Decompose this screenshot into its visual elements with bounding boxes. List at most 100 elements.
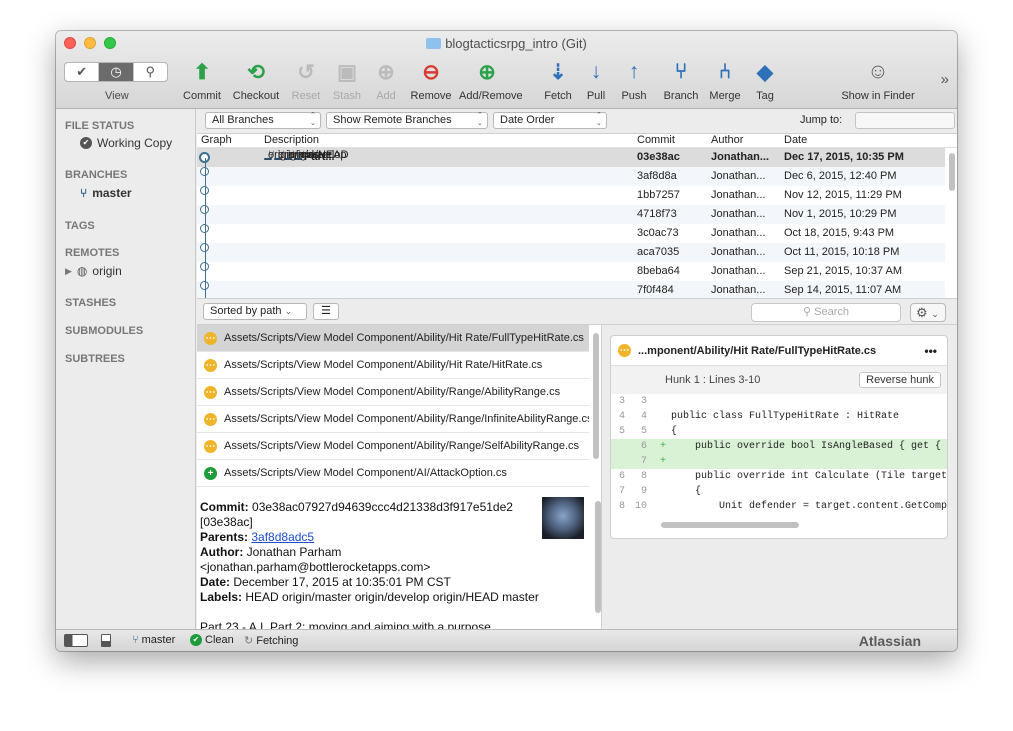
column-graph[interactable]: Graph	[201, 134, 232, 146]
file-path: Assets/Scripts/View Model Component/Abil…	[224, 413, 589, 425]
toolbar-overflow-icon[interactable]: »	[941, 71, 949, 88]
search-icon: ⚲	[803, 306, 812, 318]
search-input[interactable]: ⚲ Search	[751, 303, 901, 322]
check-circle-icon: ✔	[190, 634, 202, 646]
diff-line: 4 4 public class FullTypeHitRate : HitRate	[611, 409, 947, 424]
commit-date: December 17, 2015 at 10:35:01 PM CST	[233, 575, 451, 589]
commit-row[interactable]: Part 20 - Unit Factory4718f73Jonathan...…	[197, 205, 945, 224]
commit-row[interactable]: Part 18 - Ability Effectsaca7035Jonathan…	[197, 243, 945, 262]
file-path: Assets/Scripts/View Model Component/Abil…	[224, 332, 584, 344]
modified-icon: ⋯	[204, 385, 217, 399]
commit-date: Nov 12, 2015, 11:29 PM	[784, 189, 902, 201]
branches-dropdown[interactable]: All Branches	[205, 112, 321, 129]
new-line-number: 8	[640, 471, 647, 482]
commit-author: Jonathan...	[711, 284, 766, 296]
new-line-number: 9	[640, 486, 647, 497]
folder-icon	[426, 38, 442, 49]
file-row[interactable]: ⋯ Assets/Scripts/View Model Component/Abi…	[197, 379, 589, 406]
sidebar-item-working-copy[interactable]: ✔ Working Copy	[80, 136, 172, 150]
commit-row[interactable]: Part 22 - A.I. Part 1: Pick abilities fr…	[197, 167, 945, 186]
sidebar-heading-submodules[interactable]: SUBMODULES	[65, 325, 143, 337]
more-icon[interactable]: •••	[924, 336, 937, 366]
sidebar-heading-subtrees[interactable]: SUBTREES	[65, 353, 125, 365]
old-line-number: 6	[618, 471, 625, 482]
column-description[interactable]: Description	[264, 134, 319, 146]
file-row[interactable]: ⋯ Assets/Scripts/View Model Component/Abi…	[197, 433, 589, 460]
old-line-number: 4	[618, 411, 625, 422]
diff-line: 8 10 Unit defender = target.content.GetCo…	[611, 499, 947, 514]
column-commit[interactable]: Commit	[637, 134, 675, 146]
globe-icon: ◍	[76, 264, 88, 278]
commit-row[interactable]: Part 17 - Hit Rate8beba64Jonathan...Sep …	[197, 262, 945, 281]
add-remove-button[interactable]: ⊕ Add/Remove	[459, 57, 523, 103]
avatar	[542, 497, 584, 539]
commit-row[interactable]: Part 16 - Status Effects7f0f484Jonathan.…	[197, 281, 945, 298]
diff-line: 7 +	[611, 454, 947, 469]
checkout-button[interactable]: ⟲ Checkout	[228, 57, 284, 103]
added-icon: +	[204, 466, 217, 480]
new-line-number: 7	[640, 456, 647, 467]
sidebar-heading-tags[interactable]: TAGS	[65, 220, 95, 232]
remote-branches-dropdown[interactable]: Show Remote Branches	[326, 112, 488, 129]
diff-file-name: ...mponent/Ability/Hit Rate/FullTypeHitR…	[638, 344, 877, 357]
commit-hash: 3af8d8a	[637, 170, 677, 182]
diff-code: 3 3 4 4 public class FullTypeHitRate : HitRa…	[611, 394, 947, 514]
file-toolbar: Sorted by path ⌄ ☰ ⚲ Search ⚙ ⌄	[197, 298, 957, 325]
disclosure-triangle-icon[interactable]: ▶	[65, 266, 72, 277]
view-segmented-control[interactable]: ✔ ◷ ⚲	[64, 62, 168, 82]
file-row[interactable]: ⋯ Assets/Scripts/View Model Component/Abi…	[197, 406, 589, 433]
remove-button[interactable]: ⊖ Remove	[403, 57, 459, 103]
commit-list-scrollbar[interactable]	[949, 153, 955, 191]
column-date[interactable]: Date	[784, 134, 807, 146]
commit-button[interactable]: ⬆ Commit	[174, 57, 230, 103]
commit-row[interactable]: Part 21 - Victory Conditions1bb7257Jonat…	[197, 186, 945, 205]
panel-toggle-icon[interactable]	[101, 634, 111, 647]
parent-commit-link[interactable]: 3af8d8adc5	[251, 530, 314, 544]
status-fetching: ↻ Fetching	[244, 634, 299, 648]
code-text: {	[671, 486, 702, 497]
jump-to-dropdown[interactable]	[855, 112, 955, 129]
diff-sign: +	[660, 441, 667, 452]
finder-icon: ☺	[867, 60, 889, 83]
tag-icon: ◆	[756, 60, 774, 84]
file-row[interactable]: ⋯ Assets/Scripts/View Model Component/Abi…	[197, 352, 589, 379]
order-dropdown[interactable]: Date Order	[493, 112, 607, 129]
reverse-hunk-button[interactable]: Reverse hunk	[859, 372, 941, 388]
commit-author: Jonathan...	[711, 246, 766, 258]
clock-icon[interactable]: ◷	[99, 63, 134, 81]
file-list: ⋯ Assets/Scripts/View Model Component/Abi…	[197, 325, 601, 489]
file-row[interactable]: ⋯ Assets/Scripts/View Model Component/Abi…	[197, 325, 589, 352]
old-line-number: 8	[618, 501, 625, 512]
view-label: View	[105, 90, 129, 102]
tag-button[interactable]: ◆ Tag	[737, 57, 793, 103]
commit-row[interactable]: Part 19 - Magic3c0ac73Jonathan...Oct 18,…	[197, 224, 945, 243]
filter-bar: All Branches Show Remote Branches Date O…	[197, 109, 957, 134]
commit-date: Sep 21, 2015, 10:37 AM	[784, 265, 903, 277]
commit-date: Dec 6, 2015, 12:40 PM	[784, 170, 897, 182]
commit-date: Dec 17, 2015, 10:35 PM	[784, 151, 904, 163]
commit-column-headers: Graph Description Commit Author Date	[197, 134, 957, 148]
file-row[interactable]	[197, 487, 589, 489]
commit-hash: 4718f73	[637, 208, 677, 220]
commit-row[interactable]: ⑂ origin/master ⑂ origin/develop ⑂ origin/HEA…	[197, 148, 945, 167]
search-icon[interactable]: ⚲	[134, 63, 167, 81]
file-row[interactable]: + Assets/Scripts/View Model Component/AI/…	[197, 460, 589, 487]
sidebar-item-master[interactable]: ⑂ master	[80, 186, 132, 200]
sidebar-heading-branches: BRANCHES	[65, 169, 128, 181]
sidebar-heading-remotes[interactable]: REMOTES	[65, 247, 119, 259]
show-in-finder-button[interactable]: ☺ Show in Finder	[823, 57, 933, 102]
diff-horizontal-scrollbar[interactable]	[661, 522, 799, 528]
sidebar-toggle-icon[interactable]	[64, 634, 88, 647]
list-view-icon[interactable]: ☰	[313, 303, 339, 320]
checkmark-icon[interactable]: ✔	[65, 63, 100, 81]
commit-short-hash: [03e38ac]	[200, 515, 253, 529]
sidebar-item-origin[interactable]: ▶ ◍ origin	[65, 264, 122, 278]
hunk-label: Hunk 1 : Lines 3-10	[665, 374, 761, 386]
file-list-scrollbar[interactable]	[593, 333, 599, 459]
sidebar-heading-stashes[interactable]: STASHES	[65, 297, 116, 309]
code-text: public class FullTypeHitRate : HitRate	[671, 411, 900, 422]
gear-icon[interactable]: ⚙ ⌄	[910, 303, 946, 322]
column-author[interactable]: Author	[711, 134, 743, 146]
commit-list: Part 16 - Status Effects7f0f484Jonathan.…	[197, 148, 957, 298]
sort-dropdown[interactable]: Sorted by path ⌄	[203, 303, 307, 320]
